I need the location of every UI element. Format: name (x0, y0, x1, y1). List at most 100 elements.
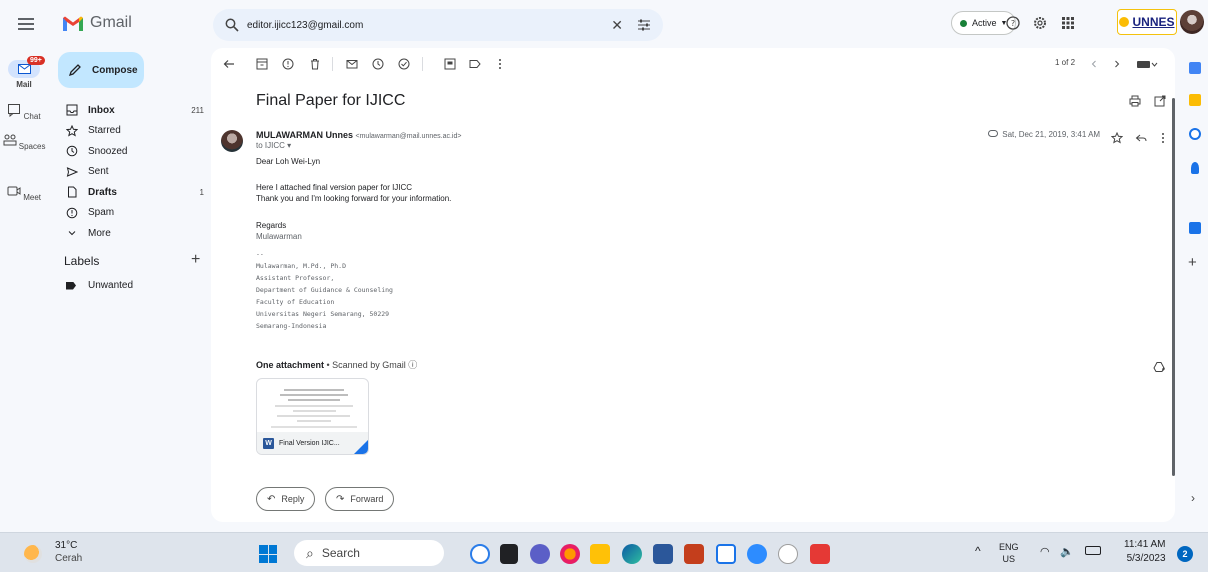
signature-line: Mulawarman, M.Pd., Ph.D (256, 262, 347, 270)
file-explorer-icon[interactable] (590, 544, 610, 564)
weather-icon[interactable] (24, 545, 42, 563)
windows-start-icon[interactable] (259, 545, 277, 563)
compose-button[interactable]: Compose (58, 52, 144, 88)
star-icon[interactable] (1111, 132, 1123, 144)
toolbar-divider (332, 57, 333, 71)
battery-icon[interactable] (1085, 546, 1101, 555)
recipient-details-toggle[interactable]: to IJICC ▾ (256, 141, 291, 150)
account-avatar[interactable] (1180, 10, 1204, 34)
settings-gear-icon[interactable] (1033, 16, 1047, 30)
add-to-drive-icon[interactable] (1153, 361, 1165, 373)
apps-grid-icon[interactable] (1061, 16, 1075, 30)
firefox-icon[interactable] (560, 544, 580, 564)
message-greeting: Dear Loh Wei-Lyn (256, 157, 321, 166)
nav-item-sent[interactable]: Sent (58, 162, 206, 183)
labels-heading: Labels (64, 254, 100, 268)
contacts-icon[interactable] (1191, 162, 1199, 174)
taskbar-clock[interactable]: 11:41 AM 5/3/2023 (1124, 538, 1166, 566)
signature-line: Faculty of Education (256, 298, 335, 306)
gmail-logo[interactable]: Gmail (62, 14, 132, 32)
label-item-unwanted[interactable]: Unwanted (66, 280, 133, 291)
calendar-icon[interactable] (1189, 62, 1201, 74)
search-bar[interactable]: ✕ (213, 9, 663, 41)
older-chevron-icon[interactable] (1111, 58, 1123, 70)
keep-icon[interactable] (1189, 94, 1201, 106)
powerpoint-app-icon[interactable] (684, 544, 704, 564)
mark-unread-icon[interactable] (346, 58, 358, 70)
print-icon[interactable] (1129, 95, 1141, 107)
bing-app-icon[interactable] (470, 544, 490, 564)
archive-icon[interactable] (256, 58, 268, 70)
taskbar-search[interactable]: ⌕ Search (294, 540, 444, 566)
wifi-icon[interactable]: ◠ (1040, 545, 1050, 558)
more-vert-icon[interactable] (494, 58, 506, 70)
back-arrow-icon[interactable] (223, 58, 235, 70)
nav-item-inbox[interactable]: Inbox 211 (58, 100, 206, 121)
tray-overflow-chevron-icon[interactable]: ^ (975, 544, 981, 558)
forward-button[interactable]: ↷ Forward (325, 487, 395, 511)
org-logo[interactable]: UNNES (1117, 9, 1177, 35)
sender-line: MULAWARMAN Unnes <mulawarman@mail.unnes.… (256, 130, 461, 140)
gmail-m-icon (63, 16, 83, 31)
reply-icon[interactable] (1135, 132, 1147, 144)
tasks-icon[interactable] (1189, 128, 1201, 140)
acrobat-reader-icon[interactable] (810, 544, 830, 564)
search-options-icon[interactable] (637, 18, 651, 32)
zoom-app-icon[interactable] (747, 544, 767, 564)
inbox-count: 211 (191, 105, 204, 115)
label-icon[interactable] (469, 58, 481, 70)
rail-item-spaces[interactable]: Spaces (0, 133, 48, 151)
add-task-icon[interactable] (398, 58, 410, 70)
rail-item-mail[interactable]: 99+ Mail (0, 56, 48, 89)
sender-avatar[interactable] (221, 130, 243, 152)
word-app-icon[interactable] (653, 544, 673, 564)
weather-widget[interactable]: 31°C Cerah (55, 539, 82, 565)
notepad-icon[interactable] (716, 544, 736, 564)
clock-time: 11:41 AM (1124, 539, 1166, 550)
input-language[interactable]: ENG US (999, 541, 1019, 565)
help-icon[interactable]: ? (1006, 16, 1020, 30)
report-spam-icon[interactable] (282, 58, 294, 70)
pager-count: 1 of 2 (1055, 58, 1076, 67)
nav-item-more[interactable]: More (58, 223, 206, 244)
volume-icon[interactable]: 🔈 (1060, 545, 1074, 558)
add-label-button[interactable]: + (191, 251, 200, 269)
notification-count-badge[interactable]: 2 (1177, 546, 1193, 562)
move-to-icon[interactable] (444, 58, 456, 70)
snooze-icon[interactable] (372, 58, 384, 70)
newer-chevron-icon[interactable] (1088, 58, 1100, 70)
nav-item-snoozed[interactable]: Snoozed (58, 141, 206, 162)
more-vert-icon[interactable] (1157, 132, 1169, 144)
search-icon[interactable] (225, 18, 239, 32)
rail-item-meet[interactable]: Meet (0, 184, 48, 202)
nav-item-starred[interactable]: Starred (58, 121, 206, 142)
clear-search-icon[interactable]: ✕ (611, 17, 623, 34)
alien-app-icon[interactable] (778, 544, 798, 564)
attachment-card[interactable]: W Final Version IJIC... (256, 378, 369, 455)
clock-icon (66, 145, 78, 157)
forward-icon: ↷ (336, 493, 345, 505)
search-input[interactable] (247, 19, 604, 31)
message-regards-name: Mulawarman (256, 232, 302, 241)
main-menu-icon[interactable] (18, 18, 34, 30)
task-view-icon[interactable] (500, 544, 518, 564)
teams-chat-icon[interactable] (530, 544, 550, 564)
chat-icon (8, 104, 21, 118)
mailbox-nav: Inbox 211 Starred Snoozed Sent Drafts 1 … (58, 100, 206, 244)
reply-button[interactable]: ↶ Reply (256, 487, 316, 511)
keyboard-input-icon[interactable] (1136, 58, 1158, 70)
zoom-addon-icon[interactable] (1189, 222, 1201, 234)
sender-name[interactable]: MULAWARMAN Unnes (256, 130, 353, 140)
expand-panel-chevron-icon[interactable]: › (1191, 491, 1195, 505)
nav-item-drafts[interactable]: Drafts 1 (58, 182, 206, 203)
scrollbar[interactable] (1172, 98, 1175, 476)
clock-date: 5/3/2023 (1126, 553, 1166, 564)
get-addons-icon[interactable]: + (1188, 254, 1197, 271)
inbox-icon (66, 104, 78, 116)
open-new-window-icon[interactable] (1154, 95, 1166, 107)
nav-item-spam[interactable]: Spam (58, 203, 206, 224)
rail-item-chat[interactable]: Chat (0, 103, 48, 121)
edge-browser-icon[interactable] (622, 544, 642, 564)
star-icon (66, 124, 78, 137)
delete-icon[interactable] (309, 58, 321, 70)
